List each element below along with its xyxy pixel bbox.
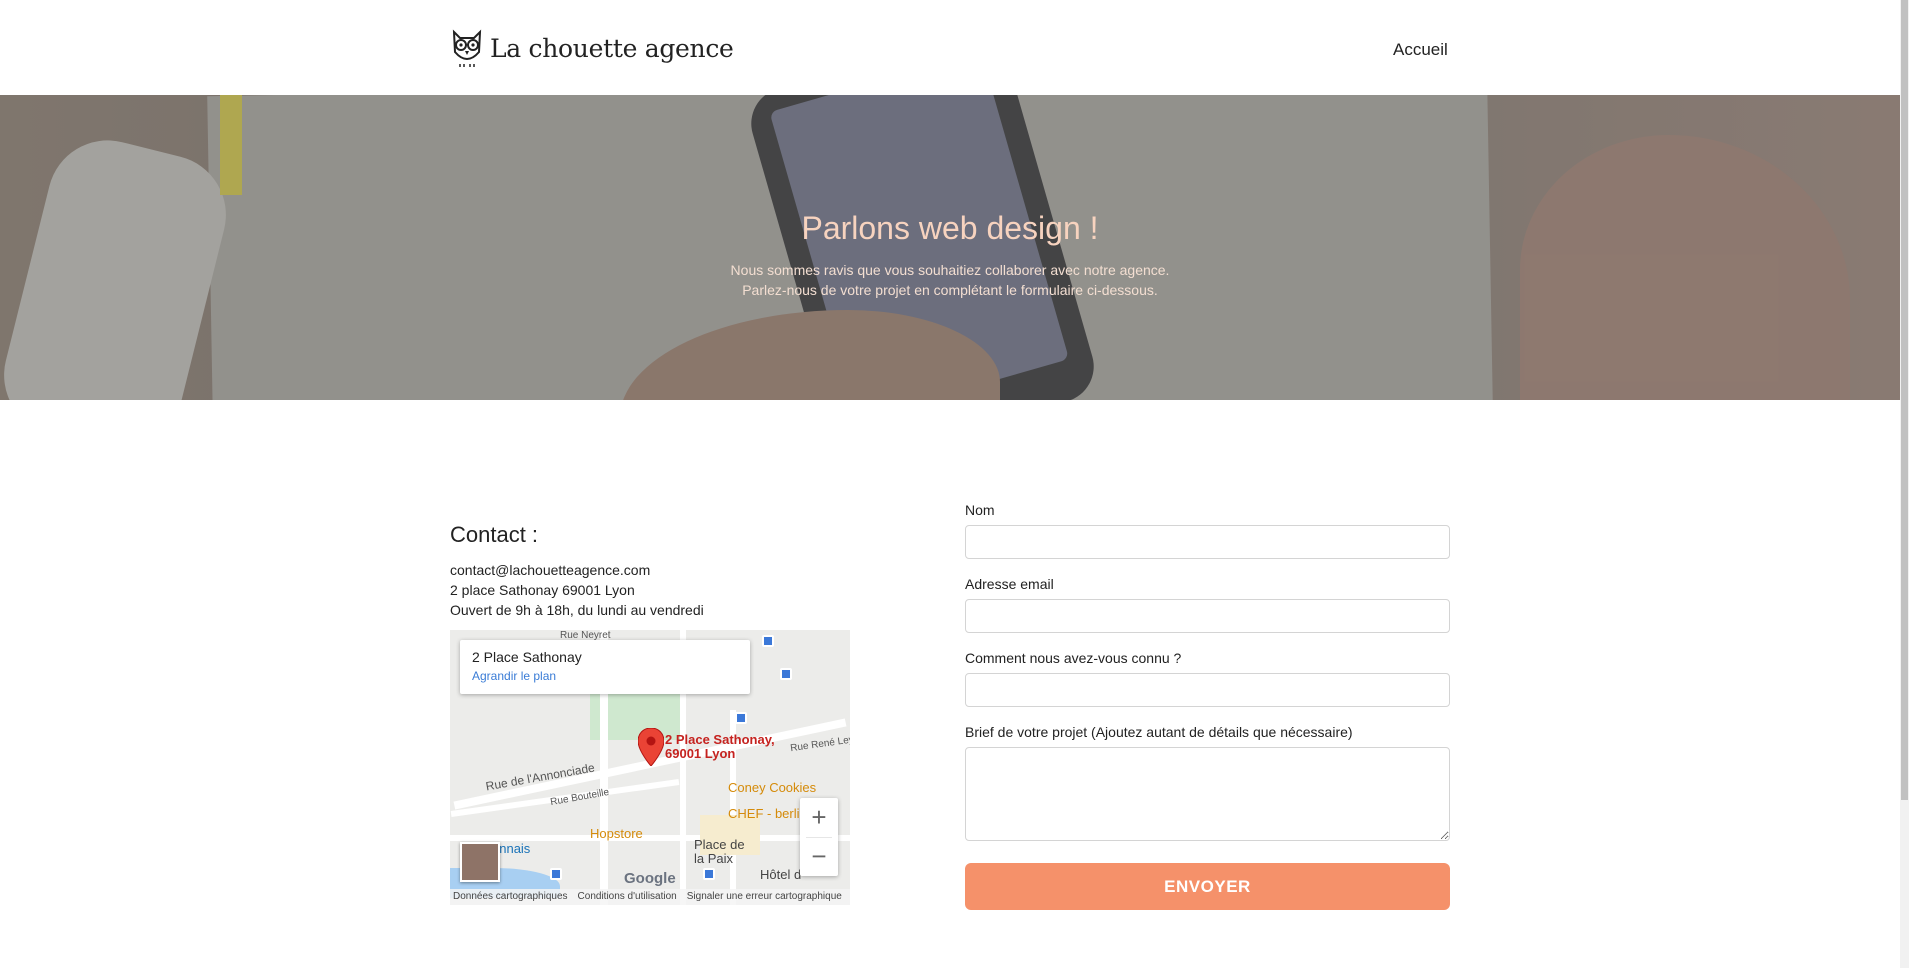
hero-subtitle-line-1: Nous sommes ravis que vous souhaitiez co…: [730, 262, 1170, 278]
bus-stop-icon: [780, 668, 792, 680]
map-terms-link[interactable]: Conditions d'utilisation: [578, 889, 677, 905]
map-zoom-control: + −: [800, 798, 838, 876]
zoom-separator: [806, 837, 832, 838]
map-poi-label[interactable]: CHEF - berli: [728, 806, 800, 821]
brief-textarea[interactable]: [965, 747, 1450, 841]
contact-email: contact@lachouetteagence.com: [450, 562, 651, 578]
map-report-link[interactable]: Signaler une erreur cartographique: [687, 889, 842, 905]
email-field[interactable]: [965, 599, 1450, 633]
map-poi-label[interactable]: Hopstore: [590, 826, 643, 841]
bus-stop-icon: [735, 712, 747, 724]
source-label: Comment nous avez-vous connu ?: [965, 650, 1182, 666]
site-logo[interactable]: La chouette agence: [450, 28, 734, 68]
map-place-label-line-2: la Paix: [694, 851, 734, 866]
hero-overlay: [0, 95, 1900, 400]
map-pin-label-line-2: 69001 Lyon: [665, 746, 736, 761]
email-label: Adresse email: [965, 576, 1054, 592]
map-info-card: 2 Place Sathonay Agrandir le plan: [460, 640, 750, 694]
source-field[interactable]: [965, 673, 1450, 707]
map-poi-label[interactable]: Coney Cookies: [728, 780, 816, 795]
hero-banner: Parlons web design ! Nous sommes ravis q…: [0, 95, 1900, 400]
submit-button[interactable]: ENVOYER: [965, 863, 1450, 910]
map-enlarge-link[interactable]: Agrandir le plan: [472, 669, 738, 683]
zoom-in-button[interactable]: +: [800, 798, 838, 837]
map-pin-label: 2 Place Sathonay, 69001 Lyon: [665, 733, 775, 761]
scrollbar-thumb[interactable]: [1901, 0, 1908, 800]
site-header: La chouette agence Accueil: [0, 0, 1900, 95]
nav-accueil-link[interactable]: Accueil: [1393, 40, 1448, 60]
bus-stop-icon: [550, 868, 562, 880]
contact-hours: Ouvert de 9h à 18h, du lundi au vendredi: [450, 602, 704, 618]
contact-title: Contact :: [450, 522, 539, 547]
logo-text: La chouette agence: [490, 33, 734, 63]
contact-address: 2 place Sathonay 69001 Lyon: [450, 582, 635, 598]
map-place-label-line-1: Place de: [694, 837, 745, 852]
map-data-link[interactable]: Données cartographiques: [453, 889, 568, 905]
google-logo: Google: [624, 870, 676, 887]
map-card-title: 2 Place Sathonay: [472, 649, 582, 665]
hero-title: Parlons web design !: [801, 210, 1099, 246]
bus-stop-icon: [703, 868, 715, 880]
name-label: Nom: [965, 502, 995, 518]
name-field[interactable]: [965, 525, 1450, 559]
embedded-map[interactable]: Rue Neyret Rue de l'Annonciade Rue Boute…: [450, 630, 850, 905]
map-pin-label-line-1: 2 Place Sathonay,: [665, 732, 775, 747]
map-satellite-toggle[interactable]: [460, 842, 500, 882]
map-place-label: Hôtel d: [760, 867, 802, 882]
zoom-out-button[interactable]: −: [800, 837, 838, 876]
owl-icon: [452, 29, 482, 67]
bus-stop-icon: [762, 635, 774, 647]
brief-label: Brief de votre projet (Ajoutez autant de…: [965, 724, 1353, 740]
page-scrollbar[interactable]: [1900, 0, 1909, 968]
map-footer: Données cartographiques Conditions d'uti…: [450, 889, 850, 905]
map-pin-icon[interactable]: [638, 728, 664, 766]
hero-subtitle-line-2: Parlez-nous de votre projet en complétan…: [742, 282, 1158, 298]
map-place-label: Place de la Paix: [694, 838, 745, 866]
